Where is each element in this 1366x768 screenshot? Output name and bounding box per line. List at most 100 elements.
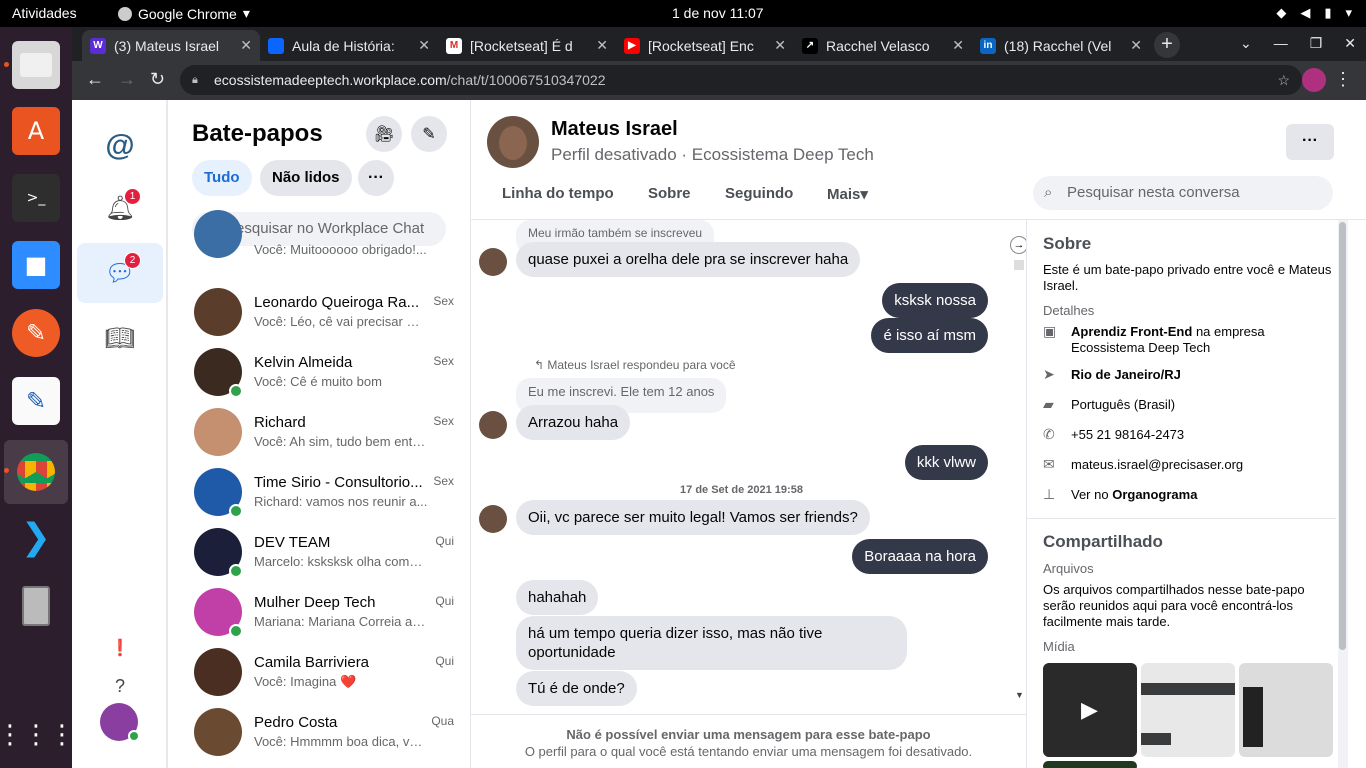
app-menu[interactable]: Google Chrome ▾ — [118, 5, 250, 22]
more-options-button[interactable]: ··· — [1286, 124, 1334, 160]
contact-avatar[interactable] — [487, 116, 539, 168]
vscode-icon[interactable]: ❯ — [12, 513, 60, 561]
compose-icon: ✎ — [422, 126, 436, 143]
conversation-item[interactable]: Mulher Deep Tech Qui Mariana: Mariana Corr… — [192, 588, 454, 648]
close-tab-icon[interactable]: ✕ — [240, 37, 252, 54]
filter-unread[interactable]: Não lidos — [260, 160, 352, 196]
tab-following[interactable]: Seguindo — [725, 185, 793, 202]
message-in[interactable]: há um tempo queria dizer isso, mas não t… — [516, 616, 907, 670]
show-apps-icon[interactable]: ⋮⋮⋮ — [0, 711, 75, 759]
dock: A >_ ■ ✎ ✎ ❯ ⋮⋮⋮ — [0, 27, 75, 768]
app-center-icon[interactable]: A — [12, 107, 60, 155]
message-in[interactable]: Arrazou haha — [516, 405, 631, 440]
more-filters-button[interactable]: ··· — [358, 160, 394, 196]
tab-search-icon[interactable]: ⌄ — [1240, 35, 1252, 52]
browser-menu-icon[interactable]: ⋮ — [1334, 69, 1352, 90]
system-tray[interactable]: ◆ ◀ ▮ ▾ — [1276, 5, 1352, 21]
back-icon[interactable]: ← — [86, 69, 104, 90]
conversation-item[interactable]: Camila Barriviera Qui Você: Imagina ❤️ — [192, 648, 454, 708]
message-in[interactable]: hahahah — [516, 580, 599, 615]
message-out[interactable]: Boraaaa na hora — [852, 539, 988, 574]
close-window-icon[interactable]: ✕ — [1344, 35, 1356, 52]
tab-timeline[interactable]: Linha do tempo — [502, 185, 614, 202]
close-tab-icon[interactable]: ✕ — [952, 37, 964, 54]
knowledge-library-button[interactable]: 📖︎ — [94, 312, 146, 364]
detail-phone[interactable]: ✆ +55 21 98164-2473 — [1043, 427, 1333, 443]
scroll-down-icon[interactable]: ▼ — [1015, 690, 1024, 700]
new-tab-button[interactable]: + — [1154, 32, 1180, 58]
message-out[interactable]: é isso aí msm — [871, 318, 988, 353]
postman-icon[interactable]: ✎ — [12, 309, 60, 357]
media-thumbnail-image[interactable] — [1141, 663, 1235, 757]
detail-email[interactable]: ✉ mateus.israel@precisaser.org — [1043, 457, 1333, 473]
forward-icon[interactable]: → — [118, 69, 136, 90]
contact-name[interactable]: Mateus Israel — [551, 118, 678, 141]
scroll-thumb[interactable] — [1014, 260, 1024, 270]
details-label: Detalhes — [1043, 303, 1095, 318]
maximize-icon[interactable]: ❐ — [1310, 35, 1323, 52]
media-thumbnail-video[interactable]: ▶ — [1043, 663, 1137, 757]
tab-title: Aula de História: — [292, 37, 395, 54]
new-message-button[interactable]: ✎ — [411, 116, 447, 152]
video-plus-icon: 🎥︎ — [373, 126, 395, 143]
message-in[interactable]: Oii, vc parece ser muito legal! Vamos se… — [516, 500, 870, 535]
tab-4[interactable]: ↗ Racchel Velasco ✕ — [794, 30, 972, 61]
terminal-icon[interactable]: >_ — [12, 174, 60, 222]
media-thumbnail-image[interactable] — [1239, 663, 1333, 757]
new-video-call-button[interactable]: 🎥︎ — [366, 116, 402, 152]
conversation-item[interactable]: Richard Sex Você: Ah sim, tudo bem enten..… — [192, 408, 454, 468]
chrome-dock-icon[interactable] — [4, 440, 68, 504]
close-tab-icon[interactable]: ✕ — [596, 37, 608, 54]
tab-more[interactable]: Mais▾ — [827, 185, 868, 203]
chats-button[interactable]: 💬︎ — [77, 243, 163, 303]
close-tab-icon[interactable]: ✕ — [418, 37, 430, 54]
system-top-bar: Atividades Google Chrome ▾ 1 de nov 11:07… — [0, 0, 1366, 27]
screenshot-strip — [1243, 687, 1263, 747]
youtube-favicon-icon: ▶ — [624, 37, 640, 54]
volume-icon: ◀ — [1300, 5, 1311, 20]
message-in[interactable]: quase puxei a orelha dele pra se inscrev… — [516, 242, 861, 277]
tab-2[interactable]: M [Rocketseat] É d ✕ — [438, 30, 616, 61]
message-out[interactable]: kkk vlww — [904, 445, 988, 480]
close-tab-icon[interactable]: ✕ — [1130, 37, 1142, 54]
tab-about[interactable]: Sobre — [648, 185, 691, 202]
close-tab-icon[interactable]: ✕ — [774, 37, 786, 54]
about-scrollbar[interactable] — [1338, 220, 1348, 768]
minimize-icon[interactable]: — — [1274, 35, 1288, 52]
conversation-search-input[interactable]: ⌕ Pesquisar nesta conversa — [1033, 176, 1333, 210]
tab-5[interactable]: in (18) Racchel (Vel ✕ — [972, 30, 1150, 61]
detail-org-chart[interactable]: ⊥ Ver no Organograma — [1043, 487, 1333, 503]
site-favicon-icon: ↗ — [802, 37, 818, 54]
zoom-icon[interactable]: ■ — [12, 241, 60, 289]
removable-drive-icon[interactable] — [12, 582, 60, 630]
conversation-item[interactable]: Leonardo Queiroga Ra... Sex Você: Léo, cê … — [192, 288, 454, 348]
tab-1[interactable]: Aula de História: ✕ — [260, 30, 438, 61]
conversation-name: Leonardo Queiroga Ra... — [254, 294, 420, 311]
media-thumbnail-image[interactable] — [1043, 761, 1137, 768]
conversation-item[interactable]: Time Sirio - Consultorio... Sex Richard: v… — [192, 468, 454, 528]
reload-icon[interactable]: ↻ — [150, 69, 165, 90]
org-link[interactable]: Organograma — [1112, 487, 1197, 502]
files-icon[interactable] — [12, 41, 60, 89]
thread-scrollbar[interactable]: → ▼ — [1010, 220, 1028, 714]
conversation-item[interactable]: Pedro Costa Qua Você: Hmmmm boa dica, val.… — [192, 708, 454, 768]
conversation-item[interactable]: Kelvin Almeida Sex Você: Cê é muito bom — [192, 348, 454, 408]
profile-avatar[interactable] — [1302, 68, 1326, 92]
bookmark-star-icon[interactable]: ☆ — [1277, 65, 1290, 95]
address-bar[interactable]: 🔒︎ ecossistemadeeptech.workplace.com/cha… — [180, 65, 1302, 95]
tab-3[interactable]: ▶ [Rocketseat] Enc ✕ — [616, 30, 794, 61]
text-editor-icon[interactable]: ✎ — [12, 377, 60, 425]
conversation-name: Kelvin Almeida — [254, 354, 353, 371]
message-out[interactable]: ksksk nossa — [882, 283, 988, 318]
clock[interactable]: 1 de nov 11:07 — [672, 5, 764, 21]
disabled-composer-notice: Não é possível enviar uma mensagem para … — [471, 714, 1026, 768]
activities-button[interactable]: Atividades — [12, 5, 77, 21]
workplace-left-nav: @ 🔔︎ 1 💬︎ 2 📖︎ ❗ ? — [72, 100, 168, 768]
scroll-thumb[interactable] — [1339, 222, 1346, 650]
workplace-logo-icon[interactable]: @ — [94, 120, 146, 172]
tab-0[interactable]: W (3) Mateus Israel ✕ — [82, 30, 260, 61]
location-arrow-icon: ➤ — [1043, 367, 1055, 383]
filter-all[interactable]: Tudo — [192, 160, 252, 196]
conversation-item[interactable]: DEV TEAM Qui Marcelo: ksksksk olha como ..… — [192, 528, 454, 588]
message-in[interactable]: Tú é de onde? — [516, 671, 637, 706]
